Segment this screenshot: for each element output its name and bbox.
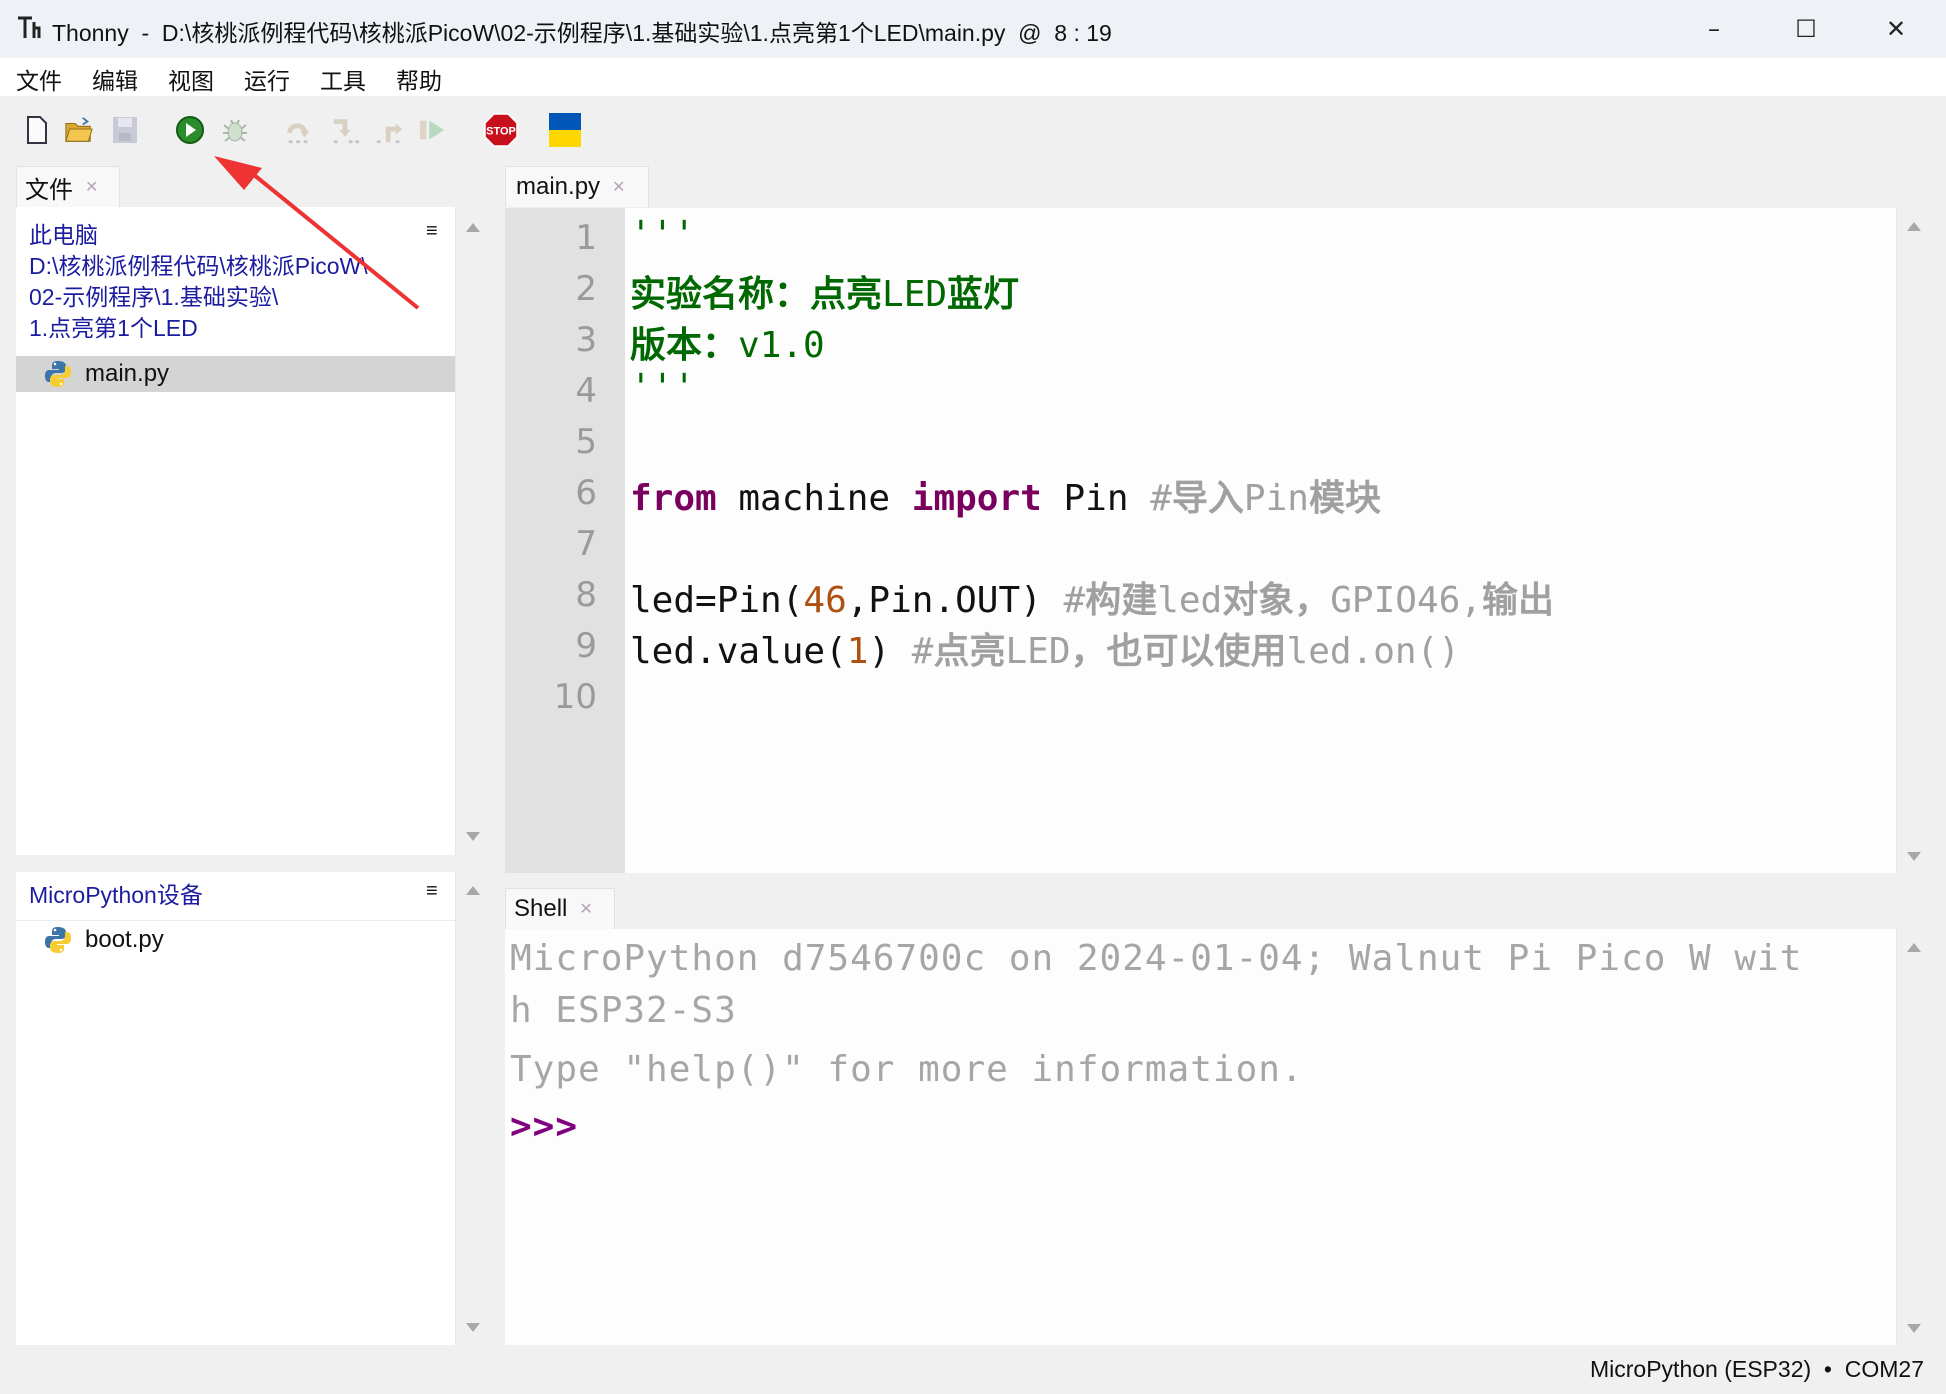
shell-output-line: MicroPython d7546700c on 2024-01-04; Wal…	[510, 938, 1803, 979]
step-out-icon	[376, 123, 403, 144]
scroll-down-icon[interactable]	[1907, 1324, 1921, 1333]
close-tab-icon[interactable]: ✕	[579, 899, 592, 919]
close-window-button[interactable]: ✕	[1868, 10, 1924, 48]
code-line-2: 实验名称：点亮LED蓝灯	[630, 274, 1020, 315]
run-icon	[176, 116, 204, 144]
step-into-button[interactable]	[330, 113, 360, 147]
line-number: 8	[575, 575, 597, 615]
file-item-main-py[interactable]: main.py	[16, 356, 455, 392]
menu-bar	[0, 58, 1946, 96]
scroll-up-icon[interactable]	[465, 223, 480, 232]
line-number: 5	[575, 422, 597, 462]
save-file-button[interactable]	[110, 113, 140, 147]
device-menu-icon[interactable]: ≡	[426, 880, 438, 903]
line-number: 7	[575, 524, 597, 564]
thonny-logo-icon	[16, 14, 44, 42]
line-number: 4	[575, 371, 597, 411]
ukraine-flag-icon	[549, 113, 581, 147]
file-name: boot.py	[85, 926, 164, 953]
code-line-3: 版本：v1.0	[630, 325, 825, 366]
stop-icon: STOP	[484, 113, 518, 147]
scroll-down-icon[interactable]	[465, 832, 480, 841]
shell-scrollbar[interactable]	[1896, 929, 1931, 1345]
divider	[16, 920, 455, 921]
menu-tools[interactable]: 工具	[320, 62, 366, 96]
this-pc-label[interactable]: 此电脑	[29, 220, 98, 251]
window-title: Thonny - D:\核桃派例程代码\核桃派PicoW\02-示例程序\1.基…	[52, 20, 1112, 46]
files-scrollbar[interactable]	[455, 207, 489, 855]
scroll-down-icon[interactable]	[465, 1323, 480, 1332]
menu-edit[interactable]: 编辑	[92, 62, 138, 96]
scroll-down-icon[interactable]	[1907, 852, 1921, 861]
svg-text:STOP: STOP	[486, 126, 516, 138]
path-line[interactable]: 02-示例程序\1.基础实验\	[29, 282, 278, 313]
line-number: 1	[575, 218, 597, 258]
minimize-button[interactable]: –	[1686, 10, 1742, 48]
shell-output-line: h ESP32-S3	[510, 990, 737, 1031]
path-line[interactable]: 1.点亮第1个LED	[29, 313, 198, 344]
step-out-button[interactable]	[375, 113, 405, 147]
new-file-icon	[27, 116, 47, 144]
code-line-6: from machine import Pin #导入Pin模块	[630, 478, 1381, 519]
menu-help[interactable]: 帮助	[396, 62, 442, 96]
line-number: 3	[575, 320, 597, 360]
file-item-boot-py[interactable]: boot.py	[16, 922, 455, 958]
interpreter-status[interactable]: MicroPython (ESP32) • COM27	[1590, 1356, 1924, 1383]
ukraine-support-button[interactable]	[548, 113, 582, 147]
tab-shell[interactable]: Shell ✕	[505, 888, 615, 929]
scroll-up-icon[interactable]	[465, 886, 480, 895]
scroll-up-icon[interactable]	[1907, 222, 1921, 231]
line-number: 9	[575, 626, 597, 666]
open-file-button[interactable]	[64, 113, 94, 147]
shell-output-line: Type "help()" for more information.	[510, 1049, 1304, 1090]
menu-run[interactable]: 运行	[244, 62, 290, 96]
code-line-9: led.value(1) #点亮LED，也可以使用led.on()	[630, 631, 1460, 672]
files-menu-icon[interactable]: ≡	[426, 220, 438, 243]
line-number-gutter: 1 2 3 4 5 6 7 8 9 10	[505, 208, 625, 873]
tab-shell-label: Shell	[514, 895, 568, 922]
tab-files[interactable]: 文件 ✕	[16, 166, 120, 207]
python-file-icon	[45, 361, 71, 387]
device-scrollbar[interactable]	[455, 872, 489, 1346]
tab-main-py-label: main.py	[516, 173, 601, 200]
code-line-1: '''	[630, 214, 696, 255]
scroll-up-icon[interactable]	[1907, 943, 1921, 952]
step-over-button[interactable]	[285, 113, 315, 147]
editor-scrollbar[interactable]	[1896, 208, 1931, 873]
save-icon	[113, 117, 137, 143]
open-folder-icon	[65, 117, 93, 142]
new-file-button[interactable]	[22, 113, 52, 147]
menu-file[interactable]: 文件	[16, 62, 62, 96]
debug-button[interactable]	[220, 113, 250, 147]
code-line-4: '''	[630, 367, 696, 408]
resume-icon	[419, 120, 445, 140]
step-over-icon	[287, 123, 310, 144]
maximize-button[interactable]: ☐	[1778, 10, 1834, 48]
line-number: 2	[575, 269, 597, 309]
file-name: main.py	[85, 360, 170, 387]
shell-prompt[interactable]: >>>	[510, 1106, 578, 1147]
python-file-icon	[45, 927, 71, 953]
menu-view[interactable]: 视图	[168, 62, 214, 96]
resume-button[interactable]	[418, 113, 448, 147]
tab-main-py[interactable]: main.py ✕	[505, 166, 649, 207]
step-into-icon	[333, 119, 360, 144]
code-line-8: led=Pin(46,Pin.OUT) #构建led对象，GPIO46,输出	[630, 580, 1554, 621]
run-button[interactable]	[175, 113, 205, 147]
close-tab-icon[interactable]: ✕	[85, 177, 98, 197]
tab-files-label: 文件	[25, 176, 73, 204]
line-number: 10	[553, 677, 597, 717]
bug-icon	[223, 119, 247, 142]
device-header[interactable]: MicroPython设备	[29, 880, 203, 911]
line-number: 6	[575, 473, 597, 513]
path-line[interactable]: D:\核桃派例程代码\核桃派PicoW\	[29, 251, 368, 282]
close-tab-icon[interactable]: ✕	[612, 177, 625, 197]
stop-button[interactable]: STOP	[484, 113, 518, 147]
